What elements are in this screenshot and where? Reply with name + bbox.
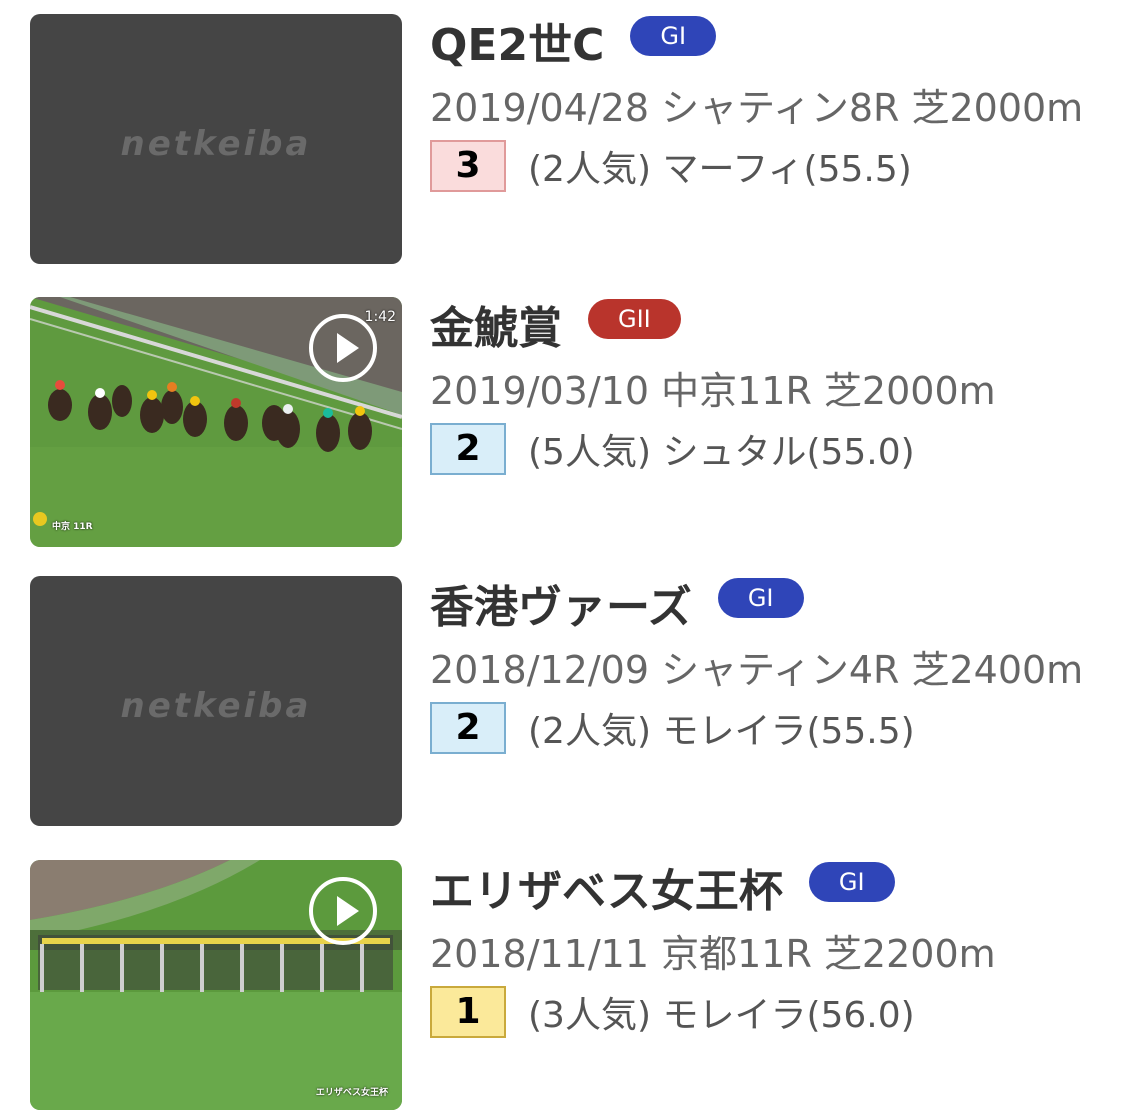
race-title[interactable]: 香港ヴァーズ (430, 576, 692, 640)
result-detail: (2人気) マーフィ(55.5) (528, 149, 912, 190)
race-info: QE2世C GI 2019/04/28 シャティン8R 芝2000m 3 (2人… (430, 14, 1110, 192)
race-item[interactable]: netkeiba QE2世C GI 2019/04/28 シャティン8R 芝20… (30, 14, 1110, 264)
race-item[interactable]: 1:42 中京 11R 金鯱賞 GII 2019/03/10 中京11R 芝20… (30, 297, 1110, 547)
race-meta: 2019/04/28 シャティン8R 芝2000m (430, 86, 1084, 130)
result-detail: (2人気) モレイラ(55.5) (528, 711, 915, 752)
race-info: 香港ヴァーズ GI 2018/12/09 シャティン4R 芝2400m 2 (2… (430, 576, 1110, 754)
race-result: 3 (2人気) マーフィ(55.5) (430, 140, 1110, 192)
race-result: 1 (3人気) モレイラ(56.0) (430, 986, 1110, 1038)
race-video-thumbnail[interactable]: 1:42 中京 11R (30, 297, 402, 547)
finish-rank-badge: 2 (430, 423, 506, 475)
race-thumbnail[interactable]: netkeiba (30, 576, 402, 826)
play-icon[interactable] (309, 877, 377, 945)
race-result: 2 (5人気) シュタル(55.0) (430, 423, 1110, 475)
video-duration: 1:42 (364, 309, 396, 325)
grade-badge: GII (588, 299, 681, 339)
netkeiba-logo: netkeiba (120, 124, 312, 164)
race-title[interactable]: QE2世C (430, 14, 604, 78)
race-video-thumbnail[interactable]: エリザベス女王杯 (30, 860, 402, 1110)
result-detail: (5人気) シュタル(55.0) (528, 432, 915, 473)
netkeiba-logo: netkeiba (120, 686, 312, 726)
race-info: エリザベス女王杯 GI 2018/11/11 京都11R 芝2200m 1 (3… (430, 860, 1110, 1038)
play-icon[interactable] (309, 314, 377, 382)
broadcast-caption: 中京 11R (52, 522, 93, 532)
finish-rank-badge: 2 (430, 702, 506, 754)
race-result: 2 (2人気) モレイラ(55.5) (430, 702, 1110, 754)
grade-badge: GI (717, 578, 804, 618)
race-title[interactable]: エリザベス女王杯 (430, 860, 783, 924)
race-meta: 2019/03/10 中京11R 芝2000m (430, 369, 996, 413)
race-info: 金鯱賞 GII 2019/03/10 中京11R 芝2000m 2 (5人気) … (430, 297, 1110, 475)
race-title[interactable]: 金鯱賞 (430, 297, 562, 361)
race-item[interactable]: netkeiba 香港ヴァーズ GI 2018/12/09 シャティン4R 芝2… (30, 576, 1110, 826)
race-item[interactable]: エリザベス女王杯 エリザベス女王杯 GI 2018/11/11 京都11R 芝2… (30, 860, 1110, 1110)
race-thumbnail[interactable]: netkeiba (30, 14, 402, 264)
result-detail: (3人気) モレイラ(56.0) (528, 995, 915, 1036)
broadcast-caption: エリザベス女王杯 (315, 1088, 388, 1098)
grade-badge: GI (808, 862, 895, 902)
grade-badge: GI (630, 16, 717, 56)
race-meta: 2018/12/09 シャティン4R 芝2400m (430, 648, 1084, 692)
finish-rank-badge: 3 (430, 140, 506, 192)
race-meta: 2018/11/11 京都11R 芝2200m (430, 932, 996, 976)
finish-rank-badge: 1 (430, 986, 506, 1038)
